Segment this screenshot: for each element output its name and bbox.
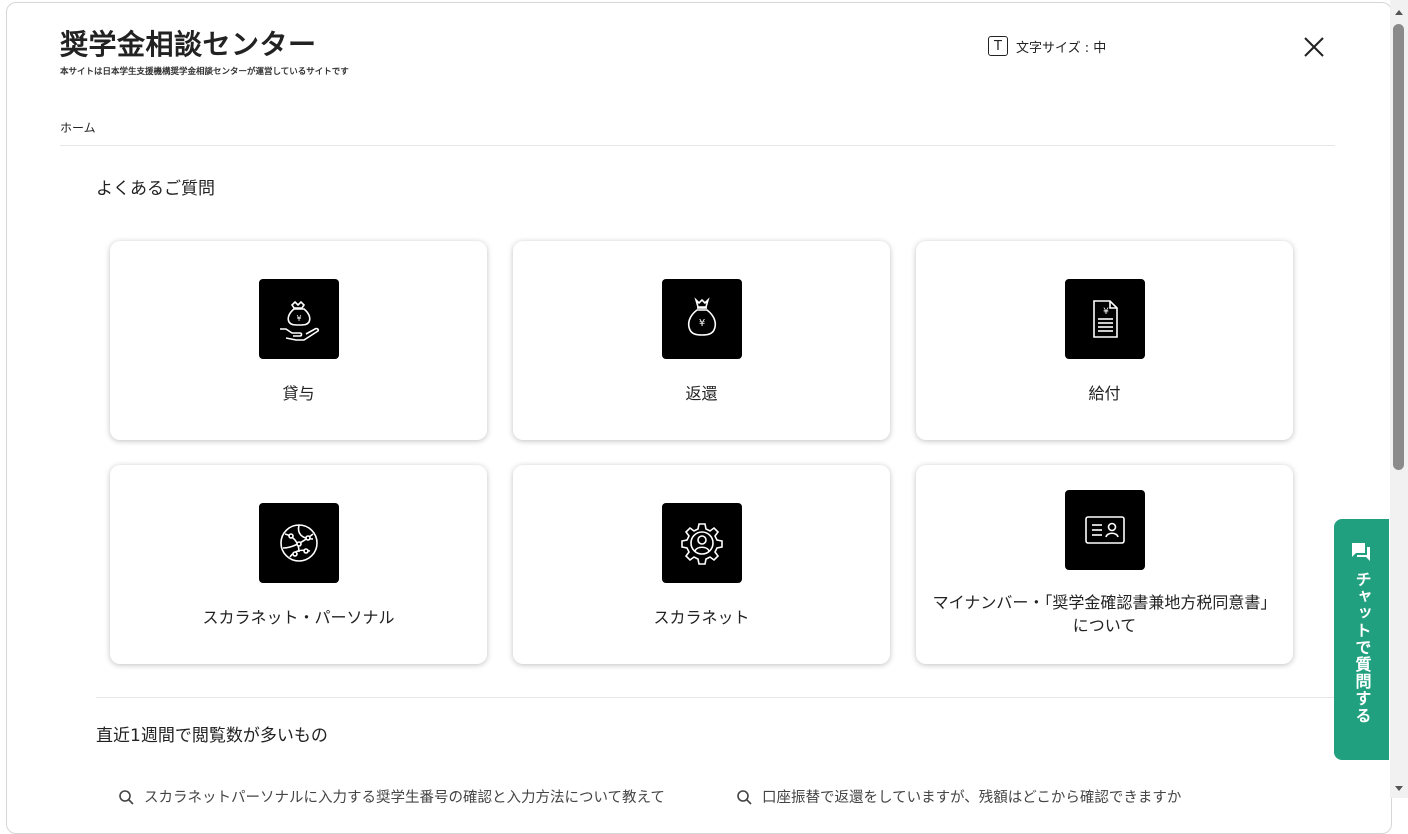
divider <box>96 697 1335 698</box>
id-card-icon <box>1065 490 1145 570</box>
money-bag-hand-icon: ¥ <box>259 279 339 359</box>
popular-heading: 直近1週間で閲覧数が多いもの <box>96 726 328 746</box>
faq-card-label: スカラネット・パーソナル <box>202 608 395 627</box>
money-bag-icon: ¥ <box>662 279 742 359</box>
gear-user-icon <box>662 503 742 583</box>
chat-icon <box>1352 543 1370 561</box>
globe-network-icon <box>259 503 339 583</box>
chat-button-label: チャットで質問する <box>1352 571 1372 724</box>
document-yen-icon: ¥ <box>1065 279 1145 359</box>
popular-item[interactable]: 口座振替で返還をしていますが、残額はどこから確認できますか <box>736 786 1181 807</box>
text-size-label: 文字サイズ : 中 <box>1016 40 1107 56</box>
popular-item-label: 口座振替で返還をしていますが、残額はどこから確認できますか <box>762 790 1182 806</box>
svg-text:¥: ¥ <box>1103 307 1109 317</box>
faq-card-label: マイナンバー・「奨学金確認書兼地方税同意書」 について <box>916 591 1293 637</box>
svg-text:¥: ¥ <box>699 318 705 329</box>
divider <box>60 145 1335 146</box>
faq-card-scholarnet[interactable]: スカラネット <box>513 465 890 664</box>
scroll-down-arrow-icon[interactable] <box>1393 784 1405 794</box>
popular-item-label: スカラネットパーソナルに入力する奨学生番号の確認と入力方法について教えて <box>144 790 665 806</box>
faq-heading: よくあるご質問 <box>96 179 215 199</box>
faq-card-label-line1: マイナンバー・「奨学金確認書兼地方税同意書」 <box>932 593 1277 612</box>
faq-card-label: 給付 <box>1088 384 1121 403</box>
faq-card-label: 貸与 <box>282 384 315 403</box>
text-size-control[interactable]: T 文字サイズ : 中 <box>988 36 1106 56</box>
faq-card-henkan[interactable]: ¥ 返還 <box>513 241 890 440</box>
faq-card-mynumber[interactable]: マイナンバー・「奨学金確認書兼地方税同意書」 について <box>916 465 1293 664</box>
faq-card-kyufu[interactable]: ¥ 給付 <box>916 241 1293 440</box>
close-button[interactable] <box>1302 35 1326 59</box>
search-icon <box>119 789 134 805</box>
svg-text:¥: ¥ <box>296 314 301 323</box>
text-size-icon: T <box>988 36 1008 56</box>
faq-card-taiyo[interactable]: ¥ 貸与 <box>110 241 487 440</box>
scroll-up-arrow-icon[interactable] <box>1393 7 1405 17</box>
chat-button[interactable]: チャットで質問する <box>1334 519 1389 760</box>
site-subtitle: 本サイトは日本学生支援機構奨学金相談センターが運営しているサイトです <box>60 67 349 77</box>
faq-card-label-line2: について <box>1072 616 1137 635</box>
site-title[interactable]: 奨学金相談センター <box>60 23 317 63</box>
faq-card-scholarnet-personal[interactable]: スカラネット・パーソナル <box>110 465 487 664</box>
scrollbar-thumb[interactable] <box>1393 24 1404 470</box>
close-icon <box>1304 37 1324 57</box>
search-icon <box>737 789 752 805</box>
popular-item[interactable]: スカラネットパーソナルに入力する奨学生番号の確認と入力方法について教えて <box>118 786 665 807</box>
faq-card-label: スカラネット <box>653 608 750 627</box>
faq-card-label: 返還 <box>685 384 718 403</box>
breadcrumb-home[interactable]: ホーム <box>60 119 96 136</box>
